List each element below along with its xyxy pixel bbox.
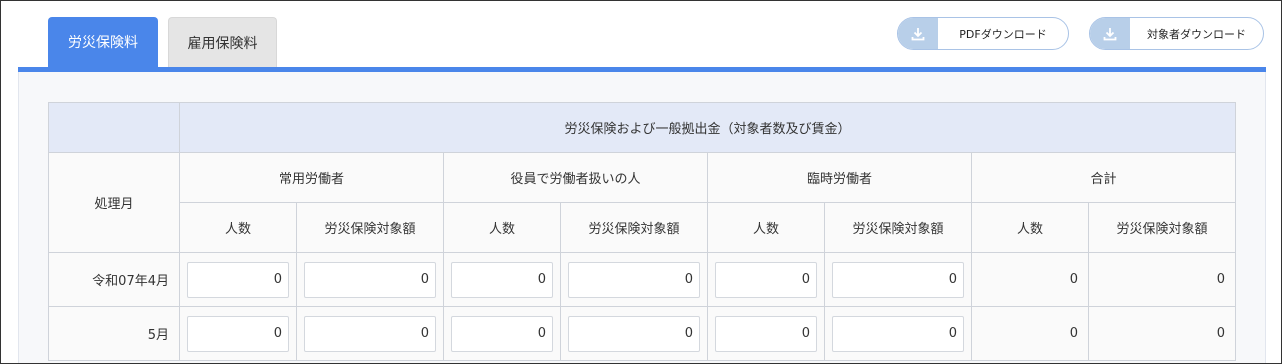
category-temporary: 臨時労働者 xyxy=(707,152,972,203)
sub-header-amount: 労災保険対象額 xyxy=(824,202,972,253)
row-month: 令和07年4月 xyxy=(48,252,180,307)
total-amount: 0 xyxy=(1088,306,1236,361)
sub-header-count: 人数 xyxy=(707,202,825,253)
row-month: 5月 xyxy=(48,306,180,361)
officer-amount-input[interactable] xyxy=(568,261,700,298)
table-row: 5月 0 0 xyxy=(48,306,1236,361)
group-header: 労災保険および一般拠出金（対象者数及び賃金） xyxy=(179,102,1236,153)
tab-rousai[interactable]: 労災保険料 xyxy=(48,17,158,67)
target-download-button[interactable]: 対象者ダウンロード xyxy=(1089,17,1264,50)
tab-koyou[interactable]: 雇用保険料 xyxy=(168,17,277,67)
sub-header-amount: 労災保険対象額 xyxy=(296,202,444,253)
category-total: 合計 xyxy=(971,152,1236,203)
temporary-amount-input[interactable] xyxy=(832,261,964,298)
category-regular: 常用労働者 xyxy=(179,152,444,203)
officer-count-input[interactable] xyxy=(451,261,553,298)
app-frame: 労災保険料 雇用保険料 PDFダウンロード 対象者ダウンロード 労災保険および一… xyxy=(0,0,1282,364)
category-officer: 役員で労働者扱いの人 xyxy=(443,152,708,203)
sub-header-count: 人数 xyxy=(443,202,561,253)
sub-header-count: 人数 xyxy=(971,202,1089,253)
target-download-label: 対象者ダウンロード xyxy=(1147,27,1246,41)
total-count: 0 xyxy=(971,252,1089,307)
pdf-download-label: PDFダウンロード xyxy=(959,27,1047,41)
total-amount: 0 xyxy=(1088,252,1236,307)
sub-header-count: 人数 xyxy=(179,202,297,253)
temporary-count-input[interactable] xyxy=(715,315,817,352)
download-icon xyxy=(898,18,938,49)
sub-header-amount: 労災保険対象額 xyxy=(1088,202,1236,253)
regular-count-input[interactable] xyxy=(187,261,289,298)
table-row: 令和07年4月 0 0 xyxy=(48,252,1236,307)
month-header: 処理月 xyxy=(48,152,180,253)
officer-amount-input[interactable] xyxy=(568,315,700,352)
sub-header-amount: 労災保険対象額 xyxy=(560,202,708,253)
temporary-amount-input[interactable] xyxy=(832,315,964,352)
download-icon xyxy=(1090,18,1130,49)
regular-count-input[interactable] xyxy=(187,315,289,352)
regular-amount-input[interactable] xyxy=(304,315,436,352)
officer-count-input[interactable] xyxy=(451,315,553,352)
total-count: 0 xyxy=(971,306,1089,361)
table-corner xyxy=(48,102,180,153)
temporary-count-input[interactable] xyxy=(715,261,817,298)
regular-amount-input[interactable] xyxy=(304,261,436,298)
insurance-table: 労災保険および一般拠出金（対象者数及び賃金） 処理月 常用労働者 役員で労働者扱… xyxy=(48,102,1236,361)
pdf-download-button[interactable]: PDFダウンロード xyxy=(897,17,1069,50)
